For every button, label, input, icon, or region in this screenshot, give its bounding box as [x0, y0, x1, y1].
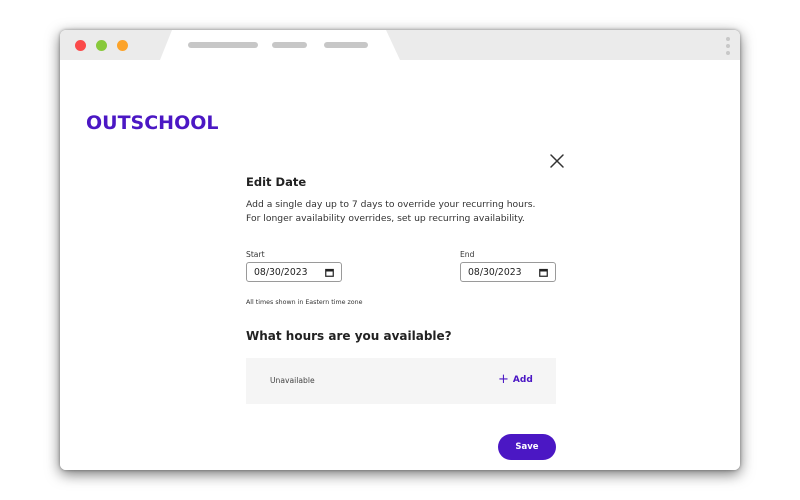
dialog-description-line1: Add a single day up to 7 days to overrid…: [246, 199, 536, 210]
close-window-dot[interactable]: [75, 40, 86, 51]
kebab-menu-icon[interactable]: [726, 37, 730, 58]
availability-row: Unavailable + Add: [246, 358, 556, 404]
start-date-input[interactable]: 08/30/2023: [246, 262, 342, 282]
calendar-icon[interactable]: [325, 268, 334, 277]
add-hours-button[interactable]: + Add: [498, 372, 533, 388]
tab-placeholder-bar: [324, 42, 368, 48]
browser-titlebar: [60, 30, 740, 60]
browser-tab[interactable]: [160, 30, 400, 60]
calendar-icon[interactable]: [539, 268, 548, 277]
close-icon[interactable]: [548, 152, 566, 170]
save-button[interactable]: Save: [498, 434, 556, 460]
start-date-value: 08/30/2023: [254, 267, 308, 278]
hours-heading: What hours are you available?: [246, 329, 452, 343]
end-date-input[interactable]: 08/30/2023: [460, 262, 556, 282]
start-date-label: Start: [246, 250, 265, 259]
add-hours-label: Add: [512, 375, 533, 385]
plus-icon: +: [498, 372, 509, 387]
availability-status: Unavailable: [270, 376, 315, 385]
timezone-note: All times shown in Eastern time zone: [246, 299, 363, 306]
maximize-window-dot[interactable]: [117, 40, 128, 51]
tab-placeholder-bar: [272, 42, 307, 48]
dialog-title: Edit Date: [246, 175, 307, 189]
dialog-description-line2: For longer availability overrides, set u…: [246, 213, 525, 224]
logo-text: OUTSCHOOL: [86, 112, 218, 134]
page-content: OUTSCHOOL Edit Date Add a single day up …: [60, 60, 740, 470]
minimize-window-dot[interactable]: [96, 40, 107, 51]
browser-window: OUTSCHOOL Edit Date Add a single day up …: [60, 30, 740, 470]
outschool-logo[interactable]: OUTSCHOOL: [86, 108, 236, 134]
tab-placeholder-bar: [188, 42, 258, 48]
end-date-label: End: [460, 250, 475, 259]
end-date-value: 08/30/2023: [468, 267, 522, 278]
